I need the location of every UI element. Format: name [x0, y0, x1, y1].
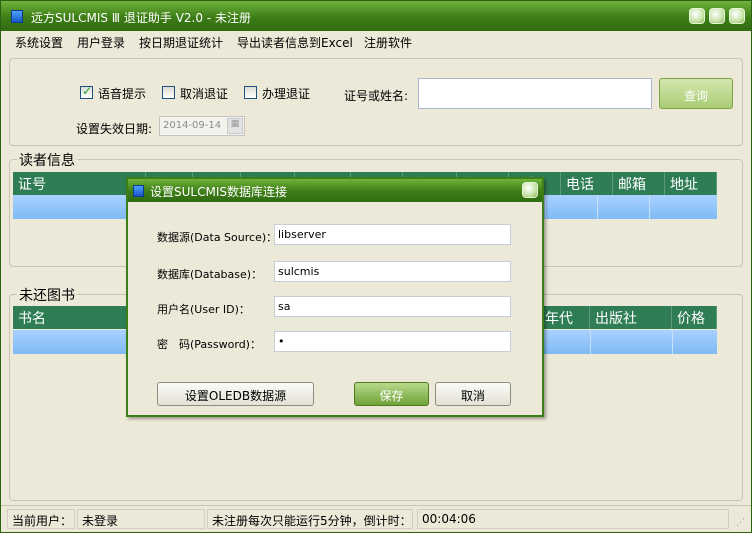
current-user-value: 未登录: [77, 509, 205, 529]
reader-info-title: 读者信息: [17, 150, 77, 170]
expire-date-label: 设置失效日期:: [76, 122, 153, 136]
search-label: 证号或姓名:: [344, 89, 409, 103]
window-title: 远方SULCMIS Ⅲ 退证助手 V2.0 - 未注册: [31, 11, 251, 25]
do-return-label: 办理退证: [262, 87, 311, 101]
oledb-settings-button[interactable]: 设置OLEDB数据源: [157, 382, 314, 406]
menu-user-login[interactable]: 用户登录: [77, 34, 125, 51]
voice-prompt-label: 语音提示: [98, 87, 147, 101]
menu-date-statistics[interactable]: 按日期退证统计: [139, 34, 223, 51]
col-phone[interactable]: 电话: [561, 172, 613, 195]
menu-system-settings[interactable]: 系统设置: [15, 34, 63, 51]
data-source-label: 数据源(Data Source)：: [157, 231, 278, 244]
col-publisher[interactable]: 出版社: [590, 306, 672, 329]
col-email[interactable]: 邮箱: [613, 172, 665, 195]
database-label: 数据库(Database)：: [157, 268, 263, 281]
col-price[interactable]: 价格: [672, 306, 717, 329]
trial-notice: 未注册每次只能运行5分钟，倒计时：: [207, 509, 413, 529]
menu-register[interactable]: 注册软件: [364, 34, 412, 51]
row-separator: [590, 330, 591, 354]
expire-date-value: 2014-09-14: [163, 120, 222, 131]
resize-grip-icon[interactable]: ⋰: [736, 518, 748, 530]
voice-prompt-checkbox[interactable]: [80, 84, 93, 99]
minimize-button[interactable]: [689, 8, 705, 24]
calendar-icon[interactable]: ▦: [227, 118, 243, 134]
dialog-close-button[interactable]: [522, 182, 538, 198]
cancel-return-checkbox[interactable]: [162, 86, 175, 99]
save-button[interactable]: 保存: [354, 382, 429, 406]
expire-date-picker[interactable]: 2014-09-14 ▦: [159, 116, 245, 136]
unreturned-books-title: 未还图书: [17, 285, 77, 305]
password-label: 密 码(Password)：: [157, 338, 261, 351]
user-id-label: 用户名(User ID)：: [157, 303, 250, 316]
dialog-title-bar[interactable]: 设置SULCMIS数据库连接: [128, 179, 542, 202]
password-input[interactable]: •: [274, 331, 511, 352]
cancel-return-label: 取消退证: [180, 87, 229, 101]
status-bar: 当前用户： 未登录 未注册每次只能运行5分钟，倒计时： 00:04:06 ⋰: [1, 505, 751, 532]
cancel-button[interactable]: 取消: [435, 382, 511, 406]
menu-bar: 系统设置 用户登录 按日期退证统计 导出读者信息到Excel 注册软件: [1, 31, 751, 52]
close-button[interactable]: [729, 8, 745, 24]
row-separator: [649, 195, 650, 219]
main-window: 远方SULCMIS Ⅲ 退证助手 V2.0 - 未注册 系统设置 用户登录 按日…: [0, 0, 752, 533]
user-id-input[interactable]: sa: [274, 296, 511, 317]
database-input[interactable]: sulcmis: [274, 261, 511, 282]
db-connection-dialog: 设置SULCMIS数据库连接 数据源(Data Source)： libserv…: [126, 177, 544, 417]
app-icon: [11, 10, 23, 23]
countdown-timer: 00:04:06: [417, 509, 729, 529]
maximize-button[interactable]: [709, 8, 725, 24]
dialog-app-icon: [133, 185, 144, 197]
current-user-label: 当前用户：: [7, 509, 75, 529]
query-panel: 语音提示 取消退证 办理退证 证号或姓名: 查询 设置失效日期:: [9, 58, 743, 146]
dialog-title: 设置SULCMIS数据库连接: [150, 185, 287, 199]
search-input[interactable]: [418, 78, 652, 109]
menu-export-excel[interactable]: 导出读者信息到Excel: [237, 34, 353, 51]
data-source-input[interactable]: libserver: [274, 224, 511, 245]
query-button[interactable]: 查询: [659, 78, 733, 109]
row-separator: [597, 195, 598, 219]
title-bar[interactable]: 远方SULCMIS Ⅲ 退证助手 V2.0 - 未注册: [1, 1, 751, 31]
col-address[interactable]: 地址: [665, 172, 717, 195]
row-separator: [672, 330, 673, 354]
do-return-checkbox[interactable]: [244, 86, 257, 99]
row-separator: [545, 195, 546, 219]
